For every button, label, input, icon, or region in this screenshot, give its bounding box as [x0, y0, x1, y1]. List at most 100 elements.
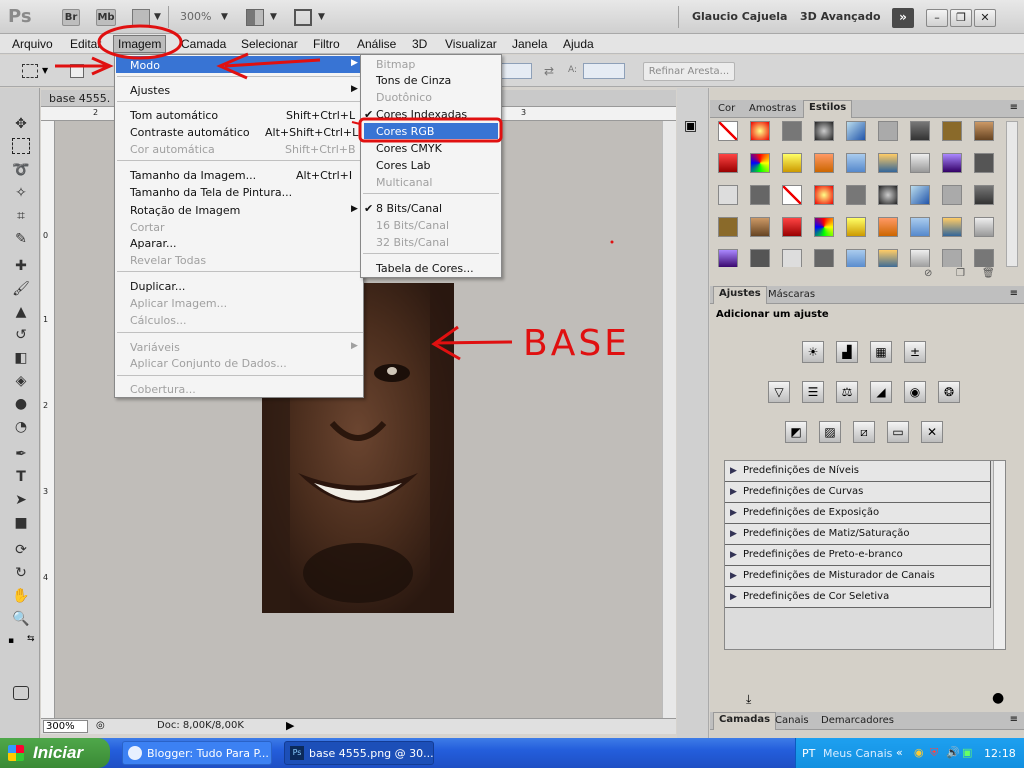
color-balance-icon[interactable]: ⚖	[836, 381, 858, 403]
styles-scrollbar[interactable]	[1006, 121, 1018, 267]
style-swatch[interactable]	[750, 249, 770, 267]
style-swatch[interactable]	[750, 153, 770, 173]
style-swatch[interactable]	[878, 249, 898, 267]
style-swatch[interactable]	[910, 153, 930, 173]
style-swatch[interactable]	[814, 217, 834, 237]
style-swatch[interactable]	[718, 217, 738, 237]
style-swatch[interactable]	[718, 185, 738, 205]
style-swatch[interactable]	[942, 249, 962, 267]
mini-bridge-button[interactable]: Mb	[96, 9, 116, 26]
width-field[interactable]	[500, 63, 532, 79]
tray-chevron-icon[interactable]: «	[896, 746, 903, 759]
trash-icon[interactable]: 🗑	[982, 268, 995, 279]
move-tool-icon[interactable]: ✥	[10, 114, 32, 134]
hue-saturation-icon[interactable]: ☰	[802, 381, 824, 403]
style-swatch[interactable]	[782, 153, 802, 173]
style-swatch[interactable]	[910, 217, 930, 237]
menu-item-tabela-cores[interactable]: Tabela de Cores...	[376, 262, 474, 275]
black-white-icon[interactable]: ◢	[870, 381, 892, 403]
menu-item-aparar[interactable]: Aparar...	[130, 237, 177, 250]
list-item[interactable]: ▶ Predefinições de Exposição	[725, 503, 991, 524]
new-style-icon[interactable]: ❐	[956, 268, 965, 279]
quick-mask-icon[interactable]	[13, 686, 29, 700]
marquee-tool-icon[interactable]	[12, 138, 30, 154]
tab-camadas[interactable]: Camadas	[713, 712, 777, 730]
height-field[interactable]	[583, 63, 625, 79]
magic-wand-icon[interactable]: ✧	[10, 183, 32, 203]
shape-tool-icon[interactable]: ■	[10, 513, 32, 533]
bridge-button[interactable]: Br	[62, 9, 80, 26]
style-swatch[interactable]	[814, 249, 834, 267]
extend-icon[interactable]: »	[892, 8, 914, 28]
style-swatch[interactable]	[750, 217, 770, 237]
chevron-down-icon[interactable]: ▼	[154, 12, 161, 22]
start-button[interactable]: Iniciar	[0, 738, 110, 768]
style-swatch[interactable]	[718, 121, 738, 141]
zoom-tool-icon[interactable]: 🔍	[10, 609, 32, 629]
style-swatch[interactable]	[878, 217, 898, 237]
antivirus-icon[interactable]: ◉	[914, 746, 924, 759]
menu-visualizar[interactable]: Visualizar	[445, 37, 497, 51]
menu-imagem[interactable]: Imagem	[113, 35, 167, 53]
return-icon[interactable]: ⤓	[746, 692, 751, 707]
tab-canais[interactable]: Canais	[770, 714, 814, 727]
healing-brush-icon[interactable]: ✚	[10, 256, 32, 276]
panel-menu-icon[interactable]: ≡	[1010, 288, 1018, 299]
menu-selecionar[interactable]: Selecionar	[241, 37, 298, 51]
menu-3d[interactable]: 3D	[412, 37, 427, 51]
menu-arquivo[interactable]: Arquivo	[12, 37, 53, 51]
menu-analise[interactable]: Análise	[357, 37, 396, 51]
volume-icon[interactable]: 🔊	[946, 746, 960, 759]
status-icon[interactable]: ◎	[96, 720, 105, 731]
style-swatch[interactable]	[782, 249, 802, 267]
default-colors-icon[interactable]: ▪	[8, 636, 14, 646]
screen-mode-icon[interactable]	[294, 9, 312, 26]
style-swatch[interactable]	[974, 249, 994, 267]
style-swatch[interactable]	[878, 185, 898, 205]
style-swatch[interactable]	[846, 153, 866, 173]
bucket-tool-icon[interactable]: ◈	[10, 371, 32, 391]
chevron-down-icon[interactable]: ▼	[318, 12, 325, 22]
menu-item-ajustes[interactable]: Ajustes	[130, 84, 170, 97]
style-swatch[interactable]	[782, 217, 802, 237]
menu-item-rotacao[interactable]: Rotação de Imagem	[130, 204, 240, 217]
chevron-down-icon[interactable]: ▼	[221, 12, 228, 22]
panel-menu-icon[interactable]: ≡	[1010, 714, 1018, 725]
style-swatch[interactable]	[814, 153, 834, 173]
style-swatch[interactable]	[782, 121, 802, 141]
gradient-map-icon[interactable]: ▭	[887, 421, 909, 443]
style-swatch[interactable]	[910, 185, 930, 205]
eyedropper-icon[interactable]: ✎	[10, 229, 32, 249]
style-swatch[interactable]	[846, 249, 866, 267]
dodge-tool-icon[interactable]: ◔	[10, 417, 32, 437]
threshold-icon[interactable]: ⧄	[853, 421, 875, 443]
levels-icon[interactable]: ▟	[836, 341, 858, 363]
task-blogger[interactable]: Blogger: Tudo Para P...	[122, 741, 272, 765]
style-swatch[interactable]	[878, 153, 898, 173]
tab-ajustes[interactable]: Ajustes	[713, 286, 767, 304]
layer-visibility-icon[interactable]: ●	[992, 690, 1004, 706]
style-swatch[interactable]	[942, 185, 962, 205]
menu-item-cores-indexadas[interactable]: Cores Indexadas	[376, 108, 467, 121]
style-swatch[interactable]	[910, 121, 930, 141]
close-button[interactable]: ✕	[974, 9, 996, 27]
tab-demarcadores[interactable]: Demarcadores	[816, 714, 899, 727]
crop-tool-icon[interactable]: ⌗	[10, 206, 32, 226]
blur-tool-icon[interactable]: ●	[10, 394, 32, 414]
style-swatch[interactable]	[942, 121, 962, 141]
list-item[interactable]: ▶ Predefinições de Cor Seletiva	[725, 587, 991, 608]
shield-icon[interactable]: ⛨	[930, 746, 938, 760]
pen-tool-icon[interactable]: ✒	[10, 444, 32, 464]
task-photoshop[interactable]: Ps base 4555.png @ 30...	[284, 741, 434, 765]
chevron-down-icon[interactable]: ▼	[270, 12, 277, 22]
refine-edge-button[interactable]: Refinar Aresta...	[643, 62, 735, 81]
posterize-icon[interactable]: ▨	[819, 421, 841, 443]
invert-icon[interactable]: ◩	[785, 421, 807, 443]
style-swatch[interactable]	[846, 185, 866, 205]
list-item[interactable]: ▶ Predefinições de Curvas	[725, 482, 991, 503]
tab-mascaras[interactable]: Máscaras	[763, 288, 820, 301]
style-swatch[interactable]	[974, 121, 994, 141]
style-swatch[interactable]	[718, 249, 738, 267]
style-swatch[interactable]	[942, 153, 962, 173]
menu-filtro[interactable]: Filtro	[313, 37, 340, 51]
